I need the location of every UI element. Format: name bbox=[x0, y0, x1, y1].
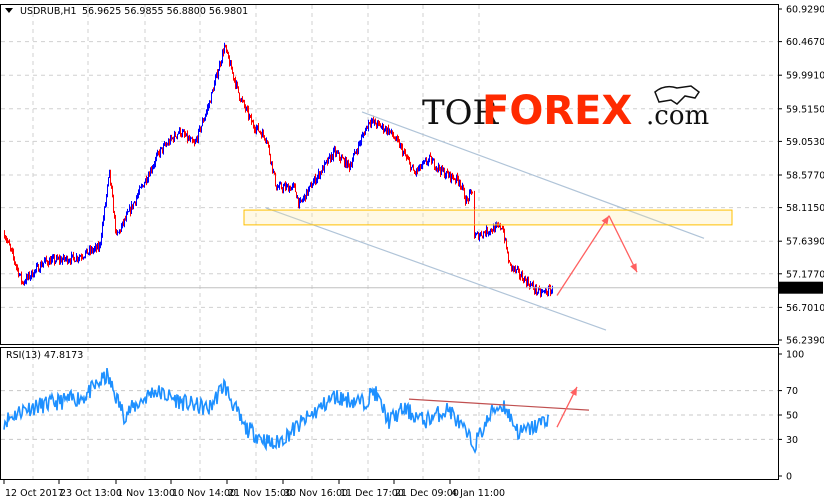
rsi-y-tick-label: 0 bbox=[786, 472, 792, 483]
y-tick-label: 56.2390 bbox=[786, 336, 824, 347]
x-tick-label: 1 Nov 13:00 bbox=[117, 488, 175, 499]
x-tick-label: 23 Oct 13:00 bbox=[60, 488, 122, 499]
logo-com: .com bbox=[646, 101, 709, 131]
forecast-arrow-up bbox=[556, 215, 610, 296]
symbol-header: USDRUB,H1 bbox=[20, 6, 77, 17]
channel-lower-line bbox=[265, 207, 607, 331]
torforex-logo: TOR FOREX .com bbox=[422, 85, 709, 134]
last-price-label: 56.9801 bbox=[784, 283, 823, 294]
x-tick-label: 10 Nov 14:00 bbox=[172, 488, 236, 499]
axes: 60.9290 60.4670 59.9910 59.5150 59.0530 58.57… bbox=[0, 4, 824, 499]
y-tick-label: 59.9910 bbox=[786, 71, 824, 82]
price-candles bbox=[4, 42, 553, 298]
x-tick-label: 12 Oct 2017 bbox=[5, 488, 64, 499]
x-tick-label: 4 Jan 11:00 bbox=[451, 488, 505, 499]
rsi-label: RSI(13) 47.8173 bbox=[6, 350, 83, 361]
rsi-y-tick-label: 70 bbox=[786, 386, 798, 397]
y-tick-label: 60.4670 bbox=[786, 37, 824, 48]
rsi-frame bbox=[0, 347, 779, 480]
y-tick-label: 59.5150 bbox=[786, 104, 824, 115]
x-tick-label: 21 Dec 09:00 bbox=[395, 488, 459, 499]
rsi-y-tick-label: 30 bbox=[786, 435, 798, 446]
chart-window: 60.9290 60.4670 59.9910 59.5150 59.0530 58.57… bbox=[0, 0, 824, 504]
main-frame bbox=[0, 4, 779, 345]
rsi-y-tick-label: 50 bbox=[786, 411, 798, 422]
y-tick-label: 58.1150 bbox=[786, 203, 824, 214]
y-tick-label: 57.1770 bbox=[786, 269, 824, 280]
y-tick-label: 57.6390 bbox=[786, 237, 824, 248]
logo-forex: FOREX bbox=[482, 88, 632, 134]
y-tick-label: 59.0530 bbox=[786, 137, 824, 148]
dropdown-triangle-icon[interactable] bbox=[5, 8, 13, 13]
x-tick-label: 30 Nov 16:00 bbox=[284, 488, 348, 499]
y-tick-label: 58.5770 bbox=[786, 170, 824, 181]
rsi-y-tick-label: 100 bbox=[786, 350, 804, 361]
annotations bbox=[1, 111, 778, 331]
ohlc-values: 56.9625 56.9855 56.8800 56.9801 bbox=[82, 6, 248, 17]
grid bbox=[1, 5, 778, 479]
y-tick-label: 60.9290 bbox=[786, 5, 824, 16]
chart-canvas[interactable]: 60.9290 60.4670 59.9910 59.5150 59.0530 58.57… bbox=[0, 0, 824, 504]
support-zone bbox=[243, 209, 733, 226]
y-tick-label: 56.7010 bbox=[786, 303, 824, 314]
x-tick-label: 21 Nov 15:00 bbox=[228, 488, 292, 499]
